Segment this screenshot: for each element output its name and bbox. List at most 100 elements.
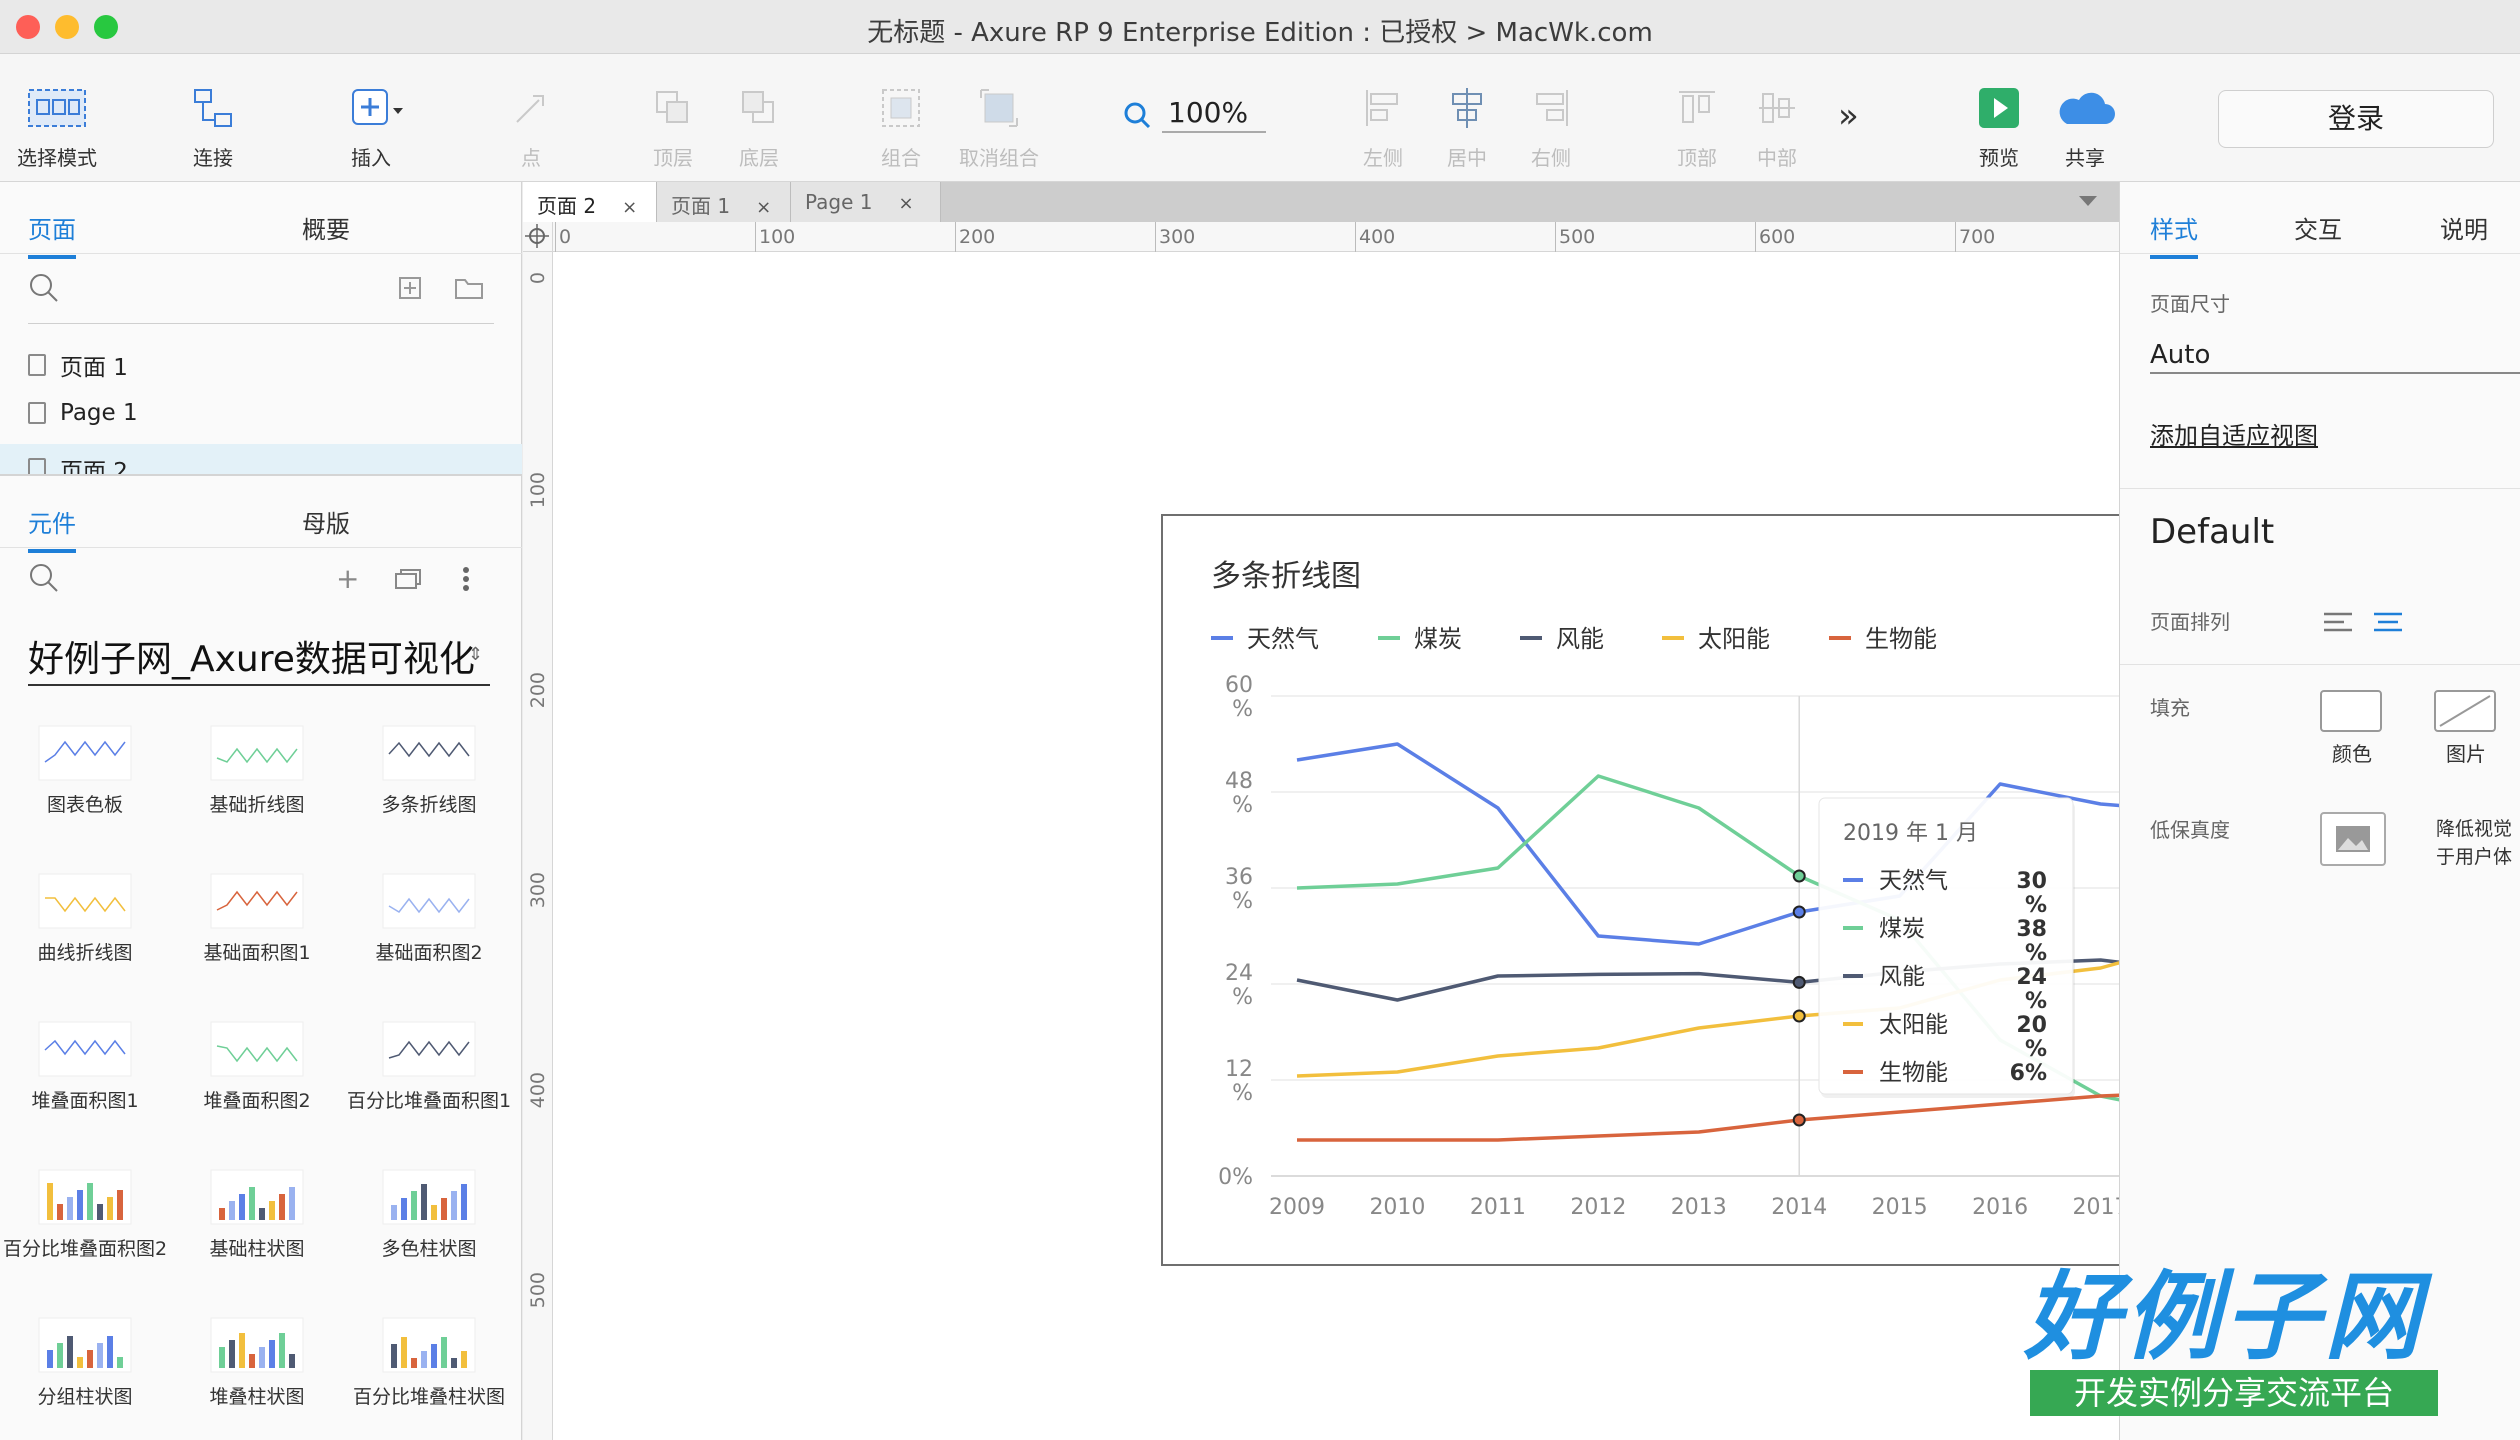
- page-align-center-button[interactable]: [2372, 610, 2404, 638]
- tab-overflow-chevron-icon[interactable]: [2079, 196, 2097, 206]
- ungroup-icon: [980, 89, 1018, 127]
- widget-item[interactable]: 百分比堆叠柱状图: [344, 1314, 514, 1410]
- x-tick-label: 2015: [1872, 1195, 1928, 1220]
- cloud-share-icon: [2059, 92, 2115, 124]
- ruler-tick: [1955, 222, 1956, 252]
- y-tick-label: 12: [1225, 1057, 1253, 1082]
- y-tick-unit: %: [1232, 697, 1253, 722]
- page-item-selected-row[interactable]: 页面 2: [0, 444, 522, 474]
- group-button[interactable]: 组合: [846, 78, 956, 171]
- image-slash-icon: [2439, 695, 2491, 727]
- add-folder-button[interactable]: [454, 276, 484, 304]
- widget-label: 基础折线图: [209, 794, 305, 816]
- legend-label: 风能: [1556, 625, 1604, 653]
- ungroup-button[interactable]: 取消组合: [944, 78, 1054, 171]
- close-tab-icon[interactable]: ×: [756, 197, 771, 218]
- point-button[interactable]: 点: [476, 78, 586, 171]
- watermark-title: 好例子网: [2024, 1261, 2424, 1373]
- page-item-3[interactable]: 页面 2: [28, 452, 128, 474]
- tooltip-value: 6%: [2010, 1061, 2047, 1086]
- data-point: [1792, 869, 1806, 883]
- low-fidelity-toggle[interactable]: [2320, 812, 2386, 866]
- page-size-select[interactable]: Auto: [2150, 340, 2520, 374]
- zoom-search-icon: [1124, 102, 1151, 128]
- widget-item[interactable]: 分组柱状图: [0, 1314, 170, 1410]
- inspector-panel: 样式 交互 说明 页面尺寸 Auto 添加自适应视图 Default 页面排列 …: [2119, 182, 2520, 1440]
- doc-tab-page1[interactable]: 页面 1 ×: [657, 182, 791, 222]
- library-copy-button[interactable]: [394, 568, 422, 594]
- fill-image-button[interactable]: [2434, 690, 2496, 732]
- ruler-origin-button[interactable]: [523, 222, 553, 252]
- widget-label: 多色柱状图: [381, 1238, 477, 1260]
- align-left-lines-icon: [2324, 612, 2352, 632]
- add-page-button[interactable]: [398, 276, 422, 304]
- align-middle-button[interactable]: 中部: [1722, 78, 1832, 171]
- widget-item[interactable]: 多条折线图: [344, 722, 514, 818]
- tooltip-value-unit: %: [2025, 989, 2047, 1014]
- add-library-button[interactable]: +: [336, 562, 359, 595]
- ruler-tick: [755, 222, 756, 252]
- y-tick-unit: %: [1232, 793, 1253, 818]
- fill-color-swatch[interactable]: [2320, 690, 2382, 732]
- widget-thumbnail-icon: [38, 1317, 132, 1373]
- share-button[interactable]: 共享: [2030, 78, 2140, 171]
- search-underline: [28, 323, 494, 324]
- y-tick-label: 36: [1225, 865, 1253, 890]
- tooltip-title: 2019 年 1 月: [1843, 821, 1978, 846]
- tab-notes[interactable]: 说明: [2440, 210, 2488, 245]
- widget-item[interactable]: 堆叠面积图2: [172, 1018, 342, 1114]
- tab-outline[interactable]: 概要: [302, 210, 350, 245]
- legend-label: 天然气: [1247, 625, 1319, 653]
- insert-button[interactable]: 插入: [316, 78, 426, 171]
- close-tab-icon[interactable]: ×: [899, 193, 914, 214]
- widgets-search-button[interactable]: [28, 562, 60, 598]
- widget-item[interactable]: 基础柱状图: [172, 1166, 342, 1262]
- ruler-tick-label: 600: [1759, 226, 1796, 248]
- widget-item[interactable]: 堆叠柱状图: [172, 1314, 342, 1410]
- widget-item[interactable]: 多色柱状图: [344, 1166, 514, 1262]
- bottom-layer-button[interactable]: 底层: [704, 78, 814, 171]
- widget-item[interactable]: 基础面积图2: [344, 870, 514, 966]
- widget-item[interactable]: 百分比堆叠面积图1: [344, 1018, 514, 1114]
- align-right-button[interactable]: 右侧: [1496, 78, 1606, 171]
- page-item-1[interactable]: 页面 1: [28, 348, 128, 382]
- page-item-2[interactable]: Page 1: [28, 400, 138, 426]
- connect-button[interactable]: 连接: [158, 78, 268, 171]
- ruler-tick: [1555, 222, 1556, 252]
- chart-widget[interactable]: 多条折线图 天然气 煤炭 风能 太阳能 生物能 0% 12% 24% 36% 48% 60% 2009 2…: [1161, 514, 2281, 1266]
- tab-widgets[interactable]: 元件: [28, 504, 76, 553]
- widget-item[interactable]: 堆叠面积图1: [0, 1018, 170, 1114]
- doc-tab-page2[interactable]: 页面 2 ×: [523, 182, 657, 222]
- doc-tab-page1-en[interactable]: Page 1 ×: [791, 182, 941, 222]
- x-tick-label: 2010: [1369, 1195, 1425, 1220]
- page-align-label: 页面排列: [2150, 610, 2230, 634]
- close-tab-icon[interactable]: ×: [622, 197, 637, 218]
- tab-masters[interactable]: 母版: [302, 504, 350, 539]
- widget-item[interactable]: 基础面积图1: [172, 870, 342, 966]
- inspector-tabs: 样式 交互 说明: [2120, 182, 2520, 259]
- select-mode-icon: [28, 89, 86, 127]
- widget-item[interactable]: 图表色板: [0, 722, 170, 818]
- legend-label: 太阳能: [1698, 625, 1770, 653]
- select-mode-button[interactable]: 选择模式: [2, 78, 112, 171]
- widget-item[interactable]: 百分比堆叠面积图2: [0, 1166, 170, 1262]
- page-align-left-button[interactable]: [2322, 610, 2354, 638]
- chevron-updown-icon: ⇕: [468, 644, 484, 665]
- widget-item[interactable]: 曲线折线图: [0, 870, 170, 966]
- library-select[interactable]: 好例子网_Axure数据可视化: [28, 630, 490, 686]
- zoom-value[interactable]: 100%: [1162, 96, 1266, 133]
- connect-icon: [194, 89, 232, 127]
- library-more-button[interactable]: [462, 566, 470, 596]
- tab-interaction[interactable]: 交互: [2294, 210, 2342, 245]
- style-name[interactable]: Default: [2150, 512, 2274, 552]
- ruler-tick-label: 200: [959, 226, 996, 248]
- tab-style[interactable]: 样式: [2150, 210, 2198, 259]
- more-tools-button[interactable]: »: [1838, 96, 1859, 136]
- tab-pages[interactable]: 页面: [28, 210, 76, 259]
- zoom-control[interactable]: 100%: [1122, 96, 1266, 133]
- login-button[interactable]: 登录: [2218, 90, 2494, 148]
- add-adaptive-view-link[interactable]: 添加自适应视图: [2150, 416, 2318, 451]
- widget-thumbnail-icon: [382, 725, 476, 781]
- pages-search-button[interactable]: [28, 272, 60, 308]
- widget-item[interactable]: 基础折线图: [172, 722, 342, 818]
